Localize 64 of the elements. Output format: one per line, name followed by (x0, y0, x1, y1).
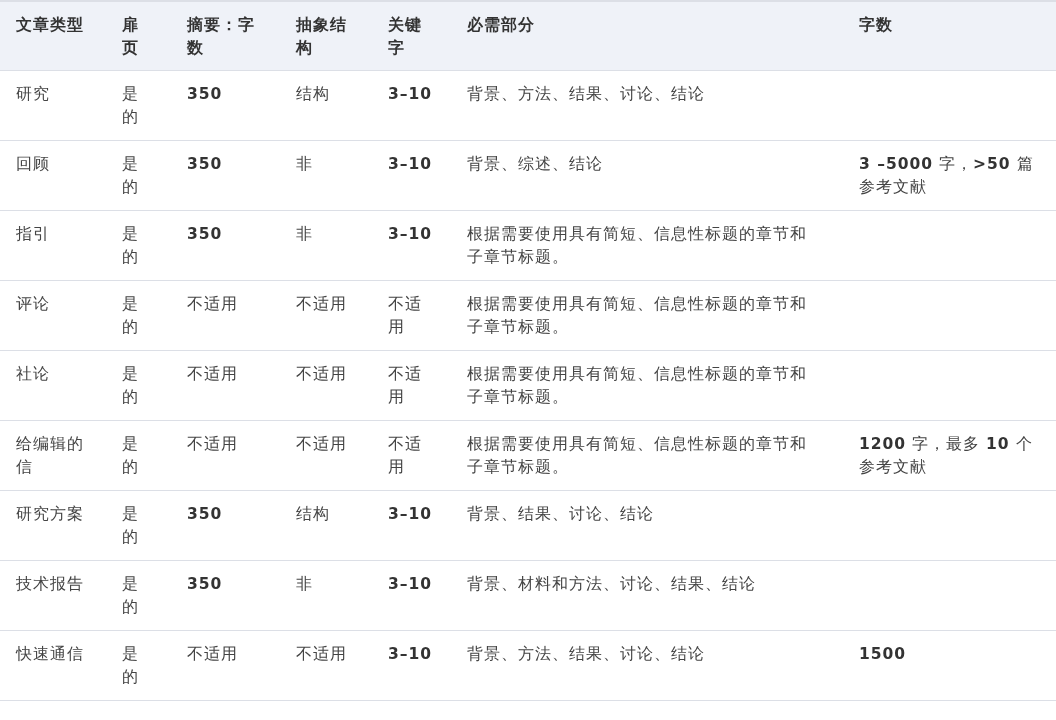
table-cell-text: 不适用 (296, 644, 348, 665)
table-cell-text: 根据需要使用具有简短、信息性标题的章节和子章节标题。 (467, 294, 808, 338)
table-cell-text: 是的 (122, 644, 140, 688)
table-cell-text: 1200 字，最多 10 个参考文献 (859, 434, 1034, 478)
table-cell-text: 根据需要使用具有简短、信息性标题的章节和子章节标题。 (467, 364, 808, 408)
table-cell-text: 背景、方法、结果、讨论、结论 (467, 84, 706, 105)
table-cell-text: 350 (187, 154, 224, 175)
table-cell-text: 背景、材料和方法、讨论、结果、结论 (467, 574, 757, 595)
table-cell-text: 回顾 (15, 154, 51, 175)
table-cell-text: 350 (187, 504, 224, 525)
table-cell-text: 3–10 (388, 504, 434, 525)
table-cell-text: 快速通信 (14, 644, 85, 665)
table-cell-text: 不适用 (187, 434, 239, 455)
table-cell-text: 不适用 (388, 294, 423, 338)
table-cell-text: 3–10 (388, 224, 434, 245)
table-cell-text: 非 (296, 224, 314, 245)
table-cell-text: 背景、综述、结论 (467, 154, 604, 175)
table-cell-text: 3–10 (388, 84, 434, 105)
table-cell-text: 社论 (15, 364, 51, 385)
table-cell-text: 350 (187, 574, 224, 595)
table-cell-text: 技术报告 (15, 574, 85, 595)
table-cell-text: 根据需要使用具有简短、信息性标题的章节和子章节标题。 (467, 224, 808, 268)
table-cell-text: 结构 (296, 84, 331, 105)
table-cell-text: 不适用 (388, 434, 423, 478)
table-cell-text: 3–10 (388, 154, 434, 175)
table-cell-text: 不适用 (187, 364, 239, 385)
header-cell-text: 抽象结构 (296, 15, 348, 59)
table-cell-text: 背景、结果、讨论、结论 (467, 504, 655, 525)
table-cell-text: 研究 (15, 84, 51, 105)
table-cell-text: 不适用 (296, 434, 348, 455)
table-cell-text: 是的 (122, 574, 140, 618)
table-cell-text: 是的 (122, 504, 140, 548)
table-cell-text: 350 (187, 84, 224, 105)
table-cell-text: 3–10 (388, 574, 434, 595)
header-cell-text: 必需部分 (467, 15, 536, 36)
table-cell-text: 3 –5000 字，>50 篇参考文献 (859, 154, 1035, 198)
table-cell-text: 不适用 (388, 364, 423, 408)
table-cell-text: 指引 (15, 224, 51, 245)
table-cell-text: 1500 (859, 644, 908, 665)
table-cell-text: 评论 (15, 294, 51, 315)
table-cell-text: 给编辑的信 (15, 434, 85, 478)
header-cell-text: 扉页 (122, 15, 140, 59)
table-cell-text: 350 (187, 224, 224, 245)
table-cell-text: 不适用 (187, 644, 239, 665)
table-cell-text: 3–10 (388, 644, 434, 665)
table-cell-text: 背景、方法、结果、讨论、结论 (467, 644, 706, 665)
table-cell-text: 是的 (122, 84, 140, 128)
header-cell-text: 摘要：字数 (187, 15, 256, 59)
table-cell-text: 不适用 (296, 364, 348, 385)
table-cell-text: 是的 (122, 364, 140, 408)
table-cell-text: 非 (296, 574, 314, 595)
table-cell-text: 研究方案 (15, 504, 85, 525)
table-cell-text: 根据需要使用具有简短、信息性标题的章节和子章节标题。 (467, 434, 808, 478)
table-cell-text: 是的 (122, 224, 140, 268)
table-cell-text: 非 (296, 154, 314, 175)
table-cell-text: 是的 (122, 154, 140, 198)
table-cell-text: 结构 (296, 504, 331, 525)
header-cell-text: 文章类型 (15, 15, 85, 36)
header-cell-text: 字数 (859, 15, 894, 36)
table-cell-text: 是的 (122, 294, 140, 338)
table-cell-text: 不适用 (296, 294, 348, 315)
table-cell-text: 是的 (122, 434, 140, 478)
header-cell-text: 关键字 (388, 15, 423, 59)
table-cell-text: 不适用 (187, 294, 239, 315)
